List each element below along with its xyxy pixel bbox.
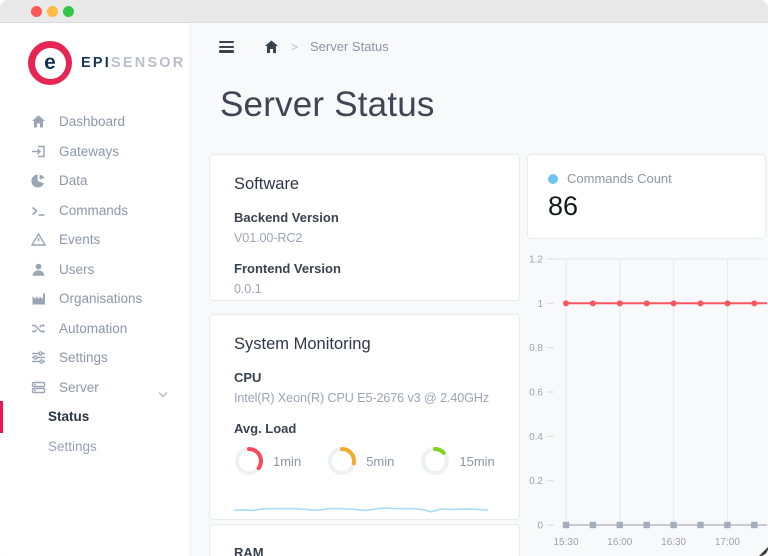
svg-text:16:00: 16:00 <box>607 537 632 548</box>
sidebar-item-organisations[interactable]: Organisations <box>0 284 190 314</box>
sidebar-item-server-settings[interactable]: Settings <box>0 432 190 462</box>
ram-label: RAM <box>234 545 264 556</box>
cpu-value: Intel(R) Xeon(R) CPU E5-2676 v3 @ 2.40GH… <box>234 391 490 405</box>
close-window-button[interactable] <box>31 5 42 17</box>
cpu-load-sparkline <box>234 507 488 513</box>
sidebar-item-dashboard[interactable]: Dashboard <box>0 107 190 137</box>
gauge-1min: 1min <box>234 446 301 476</box>
svg-text:15:30: 15:30 <box>553 537 578 548</box>
sidebar: e EPISENSOR Dashboard Gateways Data Comm… <box>0 23 191 556</box>
breadcrumb-separator: > <box>291 39 299 54</box>
system-monitoring-title: System Monitoring <box>234 335 371 353</box>
gauge-5min-ring-icon <box>328 447 357 475</box>
breadcrumb-current: Server Status <box>310 39 389 55</box>
terminal-icon <box>30 202 46 218</box>
sidebar-item-server-status[interactable]: Status <box>0 401 190 433</box>
resize-grip-icon[interactable] <box>759 547 768 556</box>
svg-text:17:00: 17:00 <box>715 537 740 548</box>
cpu-label: CPU <box>234 370 262 385</box>
avg-load-gauges: 1min 5min 15min <box>234 446 495 476</box>
gauge-5min: 5min <box>327 446 394 476</box>
sidebar-item-events[interactable]: Events <box>0 225 190 255</box>
sidebar-item-gateways[interactable]: Gateways <box>0 137 190 167</box>
svg-text:0.4: 0.4 <box>529 432 543 443</box>
svg-text:1.2: 1.2 <box>529 255 543 266</box>
frontend-version-label: Frontend Version <box>234 261 341 276</box>
minimize-window-button[interactable] <box>47 5 58 17</box>
commands-count-dot-icon <box>548 173 558 184</box>
backend-version-value: V01.00-RC2 <box>234 231 303 245</box>
brand-logo[interactable]: e EPISENSOR <box>28 39 190 87</box>
svg-text:0.6: 0.6 <box>529 388 543 399</box>
backend-version-label: Backend Version <box>234 210 339 225</box>
sidebar-item-commands[interactable]: Commands <box>0 196 190 226</box>
main-content: > Server Status Server Status Software B… <box>191 23 768 556</box>
window-titlebar <box>0 0 768 23</box>
pie-chart-icon <box>30 173 46 189</box>
system-monitoring-card: System Monitoring CPU Intel(R) Xeon(R) C… <box>209 314 520 520</box>
frontend-version-value: 0.0.1 <box>234 282 262 296</box>
menu-toggle-icon[interactable] <box>217 39 236 55</box>
brand-name: EPISENSOR <box>81 55 186 71</box>
warning-icon <box>30 232 46 248</box>
sidebar-item-server[interactable]: Server <box>0 373 190 403</box>
svg-text:0: 0 <box>537 521 543 532</box>
sidebar-item-settings[interactable]: Settings <box>0 343 190 373</box>
user-icon <box>30 261 46 277</box>
page-title: Server Status <box>220 85 435 124</box>
svg-text:16:30: 16:30 <box>661 537 686 548</box>
maximize-window-button[interactable] <box>63 5 74 17</box>
sidebar-nav: Dashboard Gateways Data Commands Events … <box>0 107 190 461</box>
svg-text:0.2: 0.2 <box>529 476 543 487</box>
sidebar-item-data[interactable]: Data <box>0 166 190 196</box>
software-card: Software Backend Version V01.00-RC2 Fron… <box>209 154 520 301</box>
software-card-title: Software <box>234 175 300 193</box>
svg-text:1: 1 <box>537 299 543 310</box>
app-window: e EPISENSOR Dashboard Gateways Data Comm… <box>0 0 768 556</box>
avg-load-label: Avg. Load <box>234 421 297 436</box>
commands-count-card: Commands Count 86 <box>527 154 766 239</box>
active-indicator <box>0 401 3 433</box>
breadcrumb-home-icon[interactable] <box>264 40 279 54</box>
commands-count-chart[interactable]: 15:30 16:00 16:30 17:00 0 0.2 0.4 0.6 0.8 1 1.2 <box>519 246 767 556</box>
svg-text:0.8: 0.8 <box>529 343 543 354</box>
sidebar-item-users[interactable]: Users <box>0 255 190 285</box>
server-icon <box>30 379 46 395</box>
breadcrumb: > Server Status <box>217 39 389 55</box>
ram-card: RAM <box>209 524 520 556</box>
sliders-icon <box>30 350 46 366</box>
episensor-logo-icon: e <box>28 41 72 85</box>
commands-count-value: 86 <box>548 191 579 221</box>
gauge-1min-ring-icon <box>235 447 263 475</box>
home-icon <box>30 114 46 130</box>
industry-icon <box>30 291 46 307</box>
chevron-down-icon <box>158 385 168 403</box>
sidebar-item-automation[interactable]: Automation <box>0 314 190 344</box>
sign-in-icon <box>30 143 46 159</box>
gauge-15min: 15min <box>420 446 495 476</box>
shuffle-icon <box>30 320 46 336</box>
gauge-15min-ring-icon <box>421 447 450 475</box>
commands-count-label: Commands Count <box>567 171 672 186</box>
